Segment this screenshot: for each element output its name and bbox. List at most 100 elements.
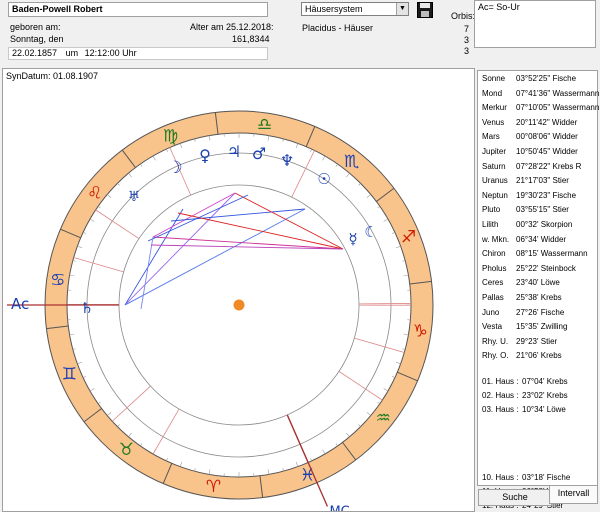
mc-label: MC: [329, 505, 349, 511]
zodiac-sign-glyph: ♈: [206, 477, 221, 497]
date-time-field[interactable]: 22.02.1857 um 12:12:00 Uhr: [8, 47, 268, 60]
planet-row: Mond 07°41'36" Wassermann: [482, 89, 599, 98]
orbis-value-3: 3: [463, 46, 469, 56]
zodiac-sign-glyph: ♍: [163, 126, 178, 146]
planet-list: Sonne 03°52'25" Fische Mond 07°41'36" Wasse…: [477, 70, 599, 510]
planet-name: Saturn: [482, 161, 506, 171]
planet-row: Juno 27°26' Fische: [482, 308, 564, 317]
zodiac-sign-glyph: ♊: [62, 365, 77, 385]
planet-name: Uranus: [482, 176, 508, 186]
planet-position: 00°32' Skorpion: [516, 220, 573, 229]
planet-glyph: ♄: [80, 299, 93, 317]
orbis-label: Orbis:: [451, 11, 476, 21]
planet-name: Juno: [482, 307, 500, 317]
planet-position: 03°55'15" Stier: [516, 205, 569, 215]
planet-row: Venus 20°11'42" Widder: [482, 118, 577, 127]
planet-position: 20°11'42" Widder: [516, 117, 578, 127]
planet-name: Mond: [482, 88, 503, 98]
floppy-disk-icon[interactable]: [417, 2, 433, 18]
planet-glyph: ☾: [364, 223, 377, 241]
planet-glyph: ♆: [280, 151, 294, 170]
house-name: 03. Haus :: [482, 405, 519, 414]
center-dot: [233, 299, 245, 311]
planet-row: Lilith 00°32' Skorpion: [482, 220, 572, 229]
planet-position: 08°15' Wassermann: [516, 249, 588, 259]
zodiac-sign-glyph: ♐: [401, 227, 416, 247]
ac-label: Ac: [11, 295, 29, 313]
planet-glyph: ♀: [199, 146, 211, 165]
planet-position: 07°41'36" Wassermann: [516, 88, 600, 98]
house-position: 03°18' Fische: [522, 473, 571, 482]
house-system-select-value: Häusersystem: [305, 4, 363, 14]
planet-name: Lilith: [482, 220, 499, 229]
planet-row: Rhy. U. 29°23' Stier: [482, 337, 557, 346]
planet-row: Vesta 15°35' Zwilling: [482, 322, 567, 331]
chart-panel: SynDatum: 01.08.1907 ♈♉♊♋♌♍♎♏♐♑♒♓AcMC☽♀♃…: [2, 68, 475, 512]
planet-glyph: ☉: [317, 170, 330, 188]
planet-name: Rhy. U.: [482, 336, 509, 346]
person-panel: Baden-Powell Robert geboren am: Alter am…: [6, 0, 274, 68]
planet-position: 21°17'03" Stier: [516, 176, 569, 186]
house-position: 07°04' Krebs: [522, 377, 568, 386]
house-row: 02. Haus :23°02' Krebs: [482, 391, 568, 400]
house-position: 23°02' Krebs: [522, 391, 568, 400]
planet-row: Merkur 07°10'05" Wassermann: [482, 103, 599, 112]
planet-name: Jupiter: [482, 147, 507, 156]
planet-row: Pluto 03°55'15" Stier: [482, 205, 569, 214]
zodiac-sign-glyph: ♌: [87, 183, 102, 203]
planet-name: Merkur: [482, 103, 507, 113]
planet-name: Pluto: [482, 205, 501, 215]
house-name: 02. Haus :: [482, 391, 519, 400]
astro-wheel[interactable]: ♈ ♉ ♊ ♋ ♌ ♍ ♎ ♏ ♐ ♑ ♒ ♓ Ac MC ☽ ♀ ♃ ♂ ♆ ☉ ♅ ♄ ☿ ☾: [3, 69, 474, 511]
age-label: Alter am 25.12.2018:: [190, 22, 274, 32]
planet-position: 07°10'05" Wassermann: [516, 103, 600, 113]
planet-row: Mars 00°08'06" Widder: [482, 132, 578, 141]
planet-row: Jupiter 10°50'45" Widder: [482, 147, 578, 156]
aspect-text-box[interactable]: Ac= So-Ur: [474, 0, 596, 48]
zodiac-sign-glyph: ♉: [119, 440, 134, 460]
house-row: 10. Haus :03°18' Fische: [482, 473, 570, 482]
planet-name: Ceres: [482, 278, 504, 288]
interval-button[interactable]: Intervall: [549, 485, 598, 504]
house-system-name: Placidus - Häuser: [302, 23, 374, 33]
born-label: geboren am:: [10, 22, 61, 32]
planet-name: Pallas: [482, 293, 504, 302]
planet-name: Rhy. O.: [482, 351, 509, 361]
planet-name: Venus: [482, 117, 505, 127]
planet-name: Pholus: [482, 263, 507, 273]
planet-name: Mars: [482, 132, 500, 142]
zodiac-sign-glyph: ♋: [50, 271, 65, 291]
planet-position: 00°08'06" Widder: [516, 132, 578, 142]
planet-position: 21°06' Krebs: [516, 351, 562, 361]
orbis-value-2: 3: [463, 35, 469, 45]
planet-row: Rhy. O. 21°06' Krebs: [482, 351, 562, 360]
planet-name: Chiron: [482, 249, 506, 259]
planet-row: Pallas 25°38' Krebs: [482, 293, 562, 302]
planet-glyph: ♅: [128, 189, 141, 205]
planet-glyph: ☿: [348, 230, 357, 248]
weekday-label: Sonntag, den: [10, 34, 64, 44]
house-position: 10°34' Löwe: [522, 405, 566, 414]
chevron-down-icon[interactable]: ▼: [396, 3, 408, 15]
house-system-panel: Häusersystem ▼ Placidus - Häuser: [299, 0, 469, 70]
birth-time: 12:12:00 Uhr: [84, 48, 137, 58]
planet-row: Neptun 19°30'23" Fische: [482, 191, 576, 200]
planet-glyph: ♃: [227, 142, 241, 161]
search-button[interactable]: Suche: [478, 489, 552, 506]
house-system-select[interactable]: Häusersystem ▼: [301, 2, 409, 16]
planet-glyph: ♂: [252, 144, 266, 163]
planet-position: 19°30'23" Fische: [516, 190, 577, 200]
house-name: 10. Haus :: [482, 473, 519, 482]
planet-position: 06°34' Widder: [516, 234, 567, 244]
planet-position: 25°22' Steinbock: [516, 263, 576, 273]
planet-position: 27°26' Fische: [516, 307, 565, 317]
planet-position: 03°52'25" Fische: [516, 74, 577, 83]
zodiac-sign-glyph: ♓: [300, 466, 315, 486]
planet-position: 10°50'45" Widder: [516, 147, 578, 156]
zodiac-sign-glyph: ♎: [257, 115, 272, 135]
birth-date: 22.02.1857: [12, 48, 58, 58]
planet-name: Vesta: [482, 322, 503, 332]
planet-row: Ceres 23°40' Löwe: [482, 278, 560, 287]
name-field[interactable]: Baden-Powell Robert: [8, 2, 268, 17]
planet-name: w. Mkn.: [482, 234, 510, 244]
